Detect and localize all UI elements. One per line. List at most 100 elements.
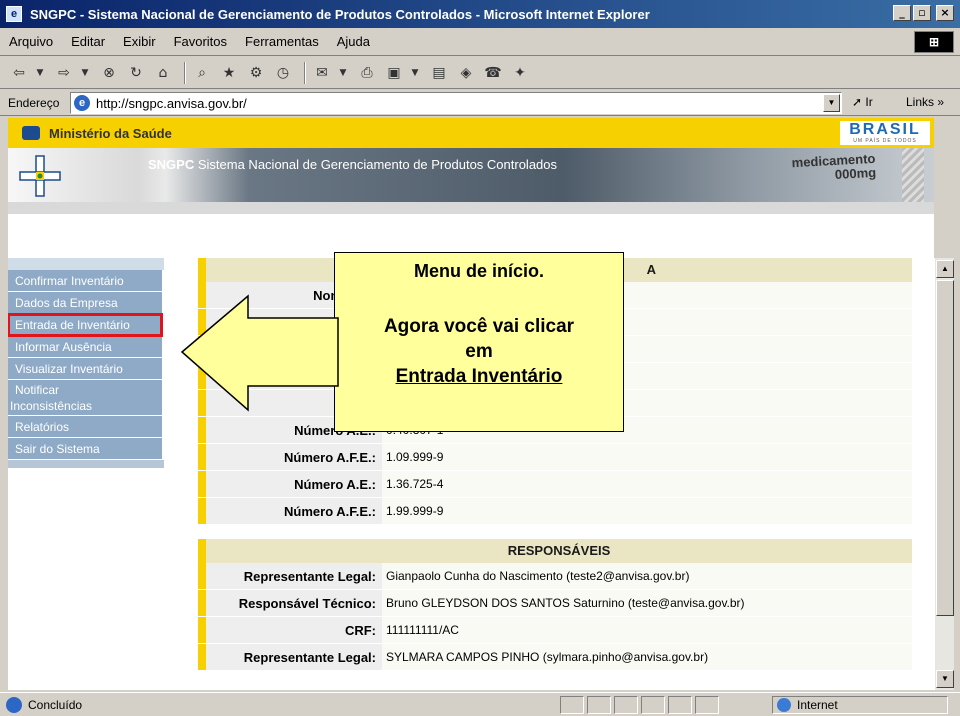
callout-line1: Agora você vai clicar — [383, 316, 575, 337]
menu-ajuda[interactable]: Ajuda — [328, 34, 379, 49]
sidebar-item-label: Notificar — [15, 383, 60, 397]
go-button[interactable]: ➚ Ir — [852, 95, 873, 109]
address-input[interactable]: e http://sngpc.anvisa.gov.br/ ▼ — [70, 92, 842, 114]
sidebar-bottom-cap — [8, 460, 164, 468]
go-label: Ir — [865, 95, 873, 109]
sidebar-item-informar-ausencia[interactable]: Informar Ausência — [8, 336, 162, 358]
menu-editar[interactable]: Editar — [62, 34, 114, 49]
menu-arquivo[interactable]: Arquivo — [0, 34, 62, 49]
forward-dropdown-icon[interactable]: ▼ — [80, 62, 90, 84]
chevron-down-icon[interactable]: ▼ — [823, 94, 840, 112]
brasil-logo: BRASIL UM PAÍS DE TODOS — [840, 121, 930, 145]
edit-icon[interactable]: ▣ — [383, 62, 405, 84]
back-icon[interactable]: ⇦ — [8, 62, 30, 84]
scroll-down-icon[interactable]: ▼ — [936, 670, 954, 688]
media-icon[interactable]: ⚙ — [245, 62, 267, 84]
window-controls: _ ▫ × — [893, 5, 954, 21]
toolbar-separator — [184, 61, 186, 84]
company-row: Número A.F.E.: 1.99.999-9 — [198, 498, 912, 525]
status-pane — [695, 696, 719, 714]
responsavel-row: Responsável Técnico: Bruno GLEYDSON DOS S… — [198, 590, 912, 617]
status-pane — [614, 696, 638, 714]
scroll-thumb[interactable] — [936, 280, 954, 616]
field-value: 1.36.725-4 — [382, 471, 912, 497]
status-pane — [641, 696, 665, 714]
address-label: Endereço — [8, 95, 60, 110]
responsavel-row: CRF: 111111111/AC — [198, 617, 912, 644]
callout-title: Menu de início. — [413, 261, 544, 281]
stop-icon[interactable]: ⊗ — [98, 62, 120, 84]
company-row: Número A.E.: 1.36.725-4 — [198, 471, 912, 498]
minimize-button[interactable]: _ — [893, 5, 911, 21]
refresh-icon[interactable]: ↻ — [125, 62, 147, 84]
bluetooth-icon[interactable]: ✦ — [509, 62, 531, 84]
medicine-label: medicamento 000mg — [791, 151, 876, 184]
sngpc-fullname: Sistema Nacional de Gerenciamento de Pro… — [197, 157, 558, 172]
health-cross-icon — [19, 155, 61, 197]
responsavel-row: Representante Legal: Gianpaolo Cunha do N… — [198, 563, 912, 590]
sidebar-item-notificar-inconsistencias[interactable]: Notificar Inconsistências — [8, 380, 162, 416]
status-bar: Concluído Internet — [0, 692, 960, 716]
home-icon[interactable]: ⌂ — [152, 62, 174, 84]
menu-favoritos[interactable]: Favoritos — [165, 34, 236, 49]
field-value: Bruno GLEYDSON DOS SANTOS Saturnino (tes… — [382, 590, 912, 616]
zone-label: Internet — [797, 698, 838, 712]
banner-stripe — [902, 148, 924, 202]
mail-icon[interactable]: ✉ — [311, 62, 333, 84]
menu-ferramentas[interactable]: Ferramentas — [236, 34, 328, 49]
company-header-text: A — [646, 262, 656, 277]
ie-page-icon: e — [74, 95, 90, 111]
sidebar-item-sair[interactable]: Sair do Sistema — [8, 438, 162, 460]
windows-logo-icon: ⊞ — [914, 31, 954, 53]
sidebar-item-confirmar-inventario[interactable]: Confirmar Inventário — [8, 270, 162, 292]
ministry-title: Ministério da Saúde — [49, 125, 172, 141]
menu-exibir[interactable]: Exibir — [114, 34, 165, 49]
title-bar: e SNGPC - Sistema Nacional de Gerenciame… — [0, 0, 960, 28]
globe-icon — [777, 698, 791, 712]
edit-dropdown-icon[interactable]: ▼ — [410, 62, 420, 84]
sidebar-item-relatorios[interactable]: Relatórios — [8, 416, 162, 438]
field-label: Número A.F.E.: — [198, 444, 382, 470]
callout-line2: em — [465, 341, 493, 362]
address-url[interactable]: http://sngpc.anvisa.gov.br/ — [96, 96, 247, 111]
field-label: Responsável Técnico: — [198, 590, 382, 616]
sidebar-top-cap — [8, 258, 164, 270]
messenger-icon[interactable]: ☎ — [482, 62, 504, 84]
instruction-callout: Menu de início. Agora você vai clicar em… — [334, 252, 624, 432]
field-value: 1.09.999-9 — [382, 444, 912, 470]
links-button[interactable]: Links » — [906, 95, 944, 109]
callout-arrow-icon — [180, 294, 339, 412]
callout-line3: Entrada Inventário — [395, 366, 563, 387]
favorites-icon[interactable]: ★ — [218, 62, 240, 84]
sidebar-item-dados-empresa[interactable]: Dados da Empresa — [8, 292, 162, 314]
sngpc-banner: SNGPC Sistema Nacional de Gerenciamento … — [8, 148, 934, 202]
field-label: Número A.E.: — [198, 471, 382, 497]
field-label: CRF: — [198, 617, 382, 643]
forward-icon[interactable]: ⇨ — [53, 62, 75, 84]
maximize-button[interactable]: ▫ — [913, 5, 931, 21]
search-icon[interactable]: ⌕ — [191, 62, 213, 84]
vertical-scrollbar[interactable]: ▲ ▼ — [934, 258, 954, 690]
sngpc-acronym: SNGPC — [148, 157, 195, 172]
status-pane — [668, 696, 692, 714]
research-icon[interactable]: ◈ — [455, 62, 477, 84]
print-icon[interactable]: ⎙ — [356, 62, 378, 84]
ministry-logo-icon — [22, 126, 40, 140]
status-pane — [587, 696, 611, 714]
security-zone: Internet — [772, 696, 948, 714]
field-label: Representante Legal: — [198, 563, 382, 589]
history-icon[interactable]: ◷ — [272, 62, 294, 84]
field-value: 1.99.999-9 — [382, 498, 912, 524]
field-label: Número A.F.E.: — [198, 498, 382, 524]
back-dropdown-icon[interactable]: ▼ — [35, 62, 45, 84]
status-text: Concluído — [28, 697, 83, 712]
mail-dropdown-icon[interactable]: ▼ — [338, 62, 348, 84]
status-pane — [560, 696, 584, 714]
close-button[interactable]: × — [936, 5, 954, 21]
discuss-icon[interactable]: ▤ — [428, 62, 450, 84]
scroll-up-icon[interactable]: ▲ — [936, 260, 954, 278]
window-title: SNGPC - Sistema Nacional de Gerenciament… — [30, 6, 650, 22]
sidebar-item-visualizar-inventario[interactable]: Visualizar Inventário — [8, 358, 162, 380]
sidebar-item-entrada-inventario[interactable]: Entrada de Inventário — [8, 313, 163, 337]
